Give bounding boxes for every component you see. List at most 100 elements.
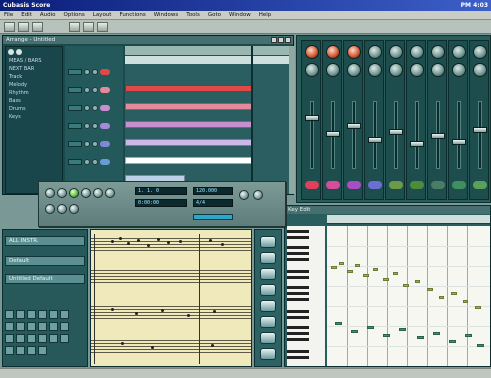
open-icon[interactable] (18, 21, 29, 32)
fader-handle[interactable] (326, 131, 340, 137)
minimize-button[interactable] (271, 37, 277, 43)
track-row[interactable] (65, 66, 123, 77)
menu-window[interactable]: Window (229, 11, 251, 19)
piano-keyboard[interactable] (287, 226, 325, 366)
trill-symbol-icon[interactable] (38, 334, 47, 343)
fader-handle[interactable] (368, 137, 382, 143)
magnify-tool-icon[interactable] (260, 284, 276, 296)
mute-button[interactable] (452, 181, 466, 189)
pan-knob[interactable] (410, 45, 424, 59)
position-slider[interactable] (193, 214, 233, 220)
arrange-lanes[interactable] (125, 64, 293, 194)
bar-symbol-icon[interactable] (5, 334, 14, 343)
crescendo-symbol-icon[interactable] (5, 346, 14, 355)
punch-in-button[interactable] (45, 204, 55, 214)
mute-button[interactable] (347, 181, 361, 189)
record-button[interactable] (93, 188, 103, 198)
pointer-tool-icon[interactable] (260, 236, 276, 248)
rest-symbol-icon[interactable] (16, 310, 25, 319)
volume-knob[interactable] (326, 63, 340, 77)
menu-file[interactable]: File (4, 11, 13, 19)
dynamic-symbol-icon[interactable] (5, 322, 14, 331)
volume-knob[interactable] (347, 63, 361, 77)
mute-button[interactable] (389, 181, 403, 189)
volume-knob[interactable] (473, 63, 487, 77)
cut-icon[interactable] (69, 21, 80, 32)
fermata-symbol-icon[interactable] (27, 334, 36, 343)
rewind-button[interactable] (45, 188, 55, 198)
fast-forward-button[interactable] (57, 188, 67, 198)
punch-out-button[interactable] (57, 204, 67, 214)
menu-goto[interactable]: Goto (208, 11, 221, 19)
pan-knob[interactable] (368, 45, 382, 59)
menu-options[interactable]: Options (64, 11, 85, 19)
snap-icon[interactable] (16, 49, 22, 55)
menu-edit[interactable]: Edit (21, 11, 32, 19)
fader-handle[interactable] (431, 133, 445, 139)
fader-handle[interactable] (410, 141, 424, 147)
signature-display[interactable]: 4/4 (193, 199, 233, 207)
fader-handle[interactable] (452, 139, 466, 145)
staccato-symbol-icon[interactable] (38, 322, 47, 331)
sync-button[interactable] (239, 190, 249, 200)
metronome-button[interactable] (69, 204, 79, 214)
repeat-symbol-icon[interactable] (16, 334, 25, 343)
eraser-tool-icon[interactable] (260, 268, 276, 280)
volume-knob[interactable] (389, 63, 403, 77)
track-lane[interactable] (125, 102, 293, 111)
sharp-symbol-icon[interactable] (27, 310, 36, 319)
master-button[interactable] (253, 190, 263, 200)
accent-symbol-icon[interactable] (49, 322, 58, 331)
paste-icon[interactable] (97, 21, 108, 32)
maximize-button[interactable] (278, 37, 284, 43)
note-grid[interactable] (327, 226, 490, 366)
close-button[interactable] (285, 37, 291, 43)
stop-button[interactable] (81, 188, 91, 198)
position-ruler[interactable] (125, 56, 293, 64)
pan-knob[interactable] (305, 45, 319, 59)
track-lane[interactable] (125, 120, 293, 129)
copy-icon[interactable] (83, 21, 94, 32)
mute-button[interactable] (410, 181, 424, 189)
volume-knob[interactable] (431, 63, 445, 77)
layout-tool-icon[interactable] (260, 348, 276, 360)
text-tool-icon[interactable] (260, 332, 276, 344)
flat-symbol-icon[interactable] (38, 310, 47, 319)
track-lane[interactable] (125, 156, 293, 165)
key-editor-ruler[interactable] (327, 215, 490, 224)
play-button[interactable] (69, 188, 79, 198)
track-lane[interactable] (125, 84, 293, 93)
fader-handle[interactable] (473, 127, 487, 133)
mute-button[interactable] (305, 181, 319, 189)
mute-button[interactable] (473, 181, 487, 189)
lyric-symbol-icon[interactable] (60, 334, 69, 343)
pan-knob[interactable] (347, 45, 361, 59)
track-row[interactable] (65, 138, 123, 149)
menu-help[interactable]: Help (259, 11, 272, 19)
pan-knob[interactable] (473, 45, 487, 59)
menu-audio[interactable]: Audio (40, 11, 56, 19)
slur-symbol-icon[interactable] (60, 310, 69, 319)
mute-button[interactable] (326, 181, 340, 189)
pan-knob[interactable] (326, 45, 340, 59)
note-symbol-icon[interactable] (5, 310, 14, 319)
cycle-button[interactable] (105, 188, 115, 198)
text-symbol-icon[interactable] (27, 322, 36, 331)
tempo-display[interactable]: 120.000 (193, 187, 233, 195)
menu-functions[interactable]: Functions (119, 11, 145, 19)
layout-button[interactable]: Untitled Default (5, 274, 85, 284)
track-row[interactable] (65, 102, 123, 113)
menu-tools[interactable]: Tools (186, 11, 200, 19)
split-tool-icon[interactable] (260, 300, 276, 312)
score-editor[interactable] (90, 229, 252, 367)
fader-handle[interactable] (347, 123, 361, 129)
volume-knob[interactable] (410, 63, 424, 77)
menu-windows[interactable]: Windows (154, 11, 179, 19)
track-row[interactable] (65, 120, 123, 131)
volume-knob[interactable] (452, 63, 466, 77)
fader-handle[interactable] (305, 115, 319, 121)
vertical-scrollbar[interactable] (289, 46, 295, 194)
info-icon[interactable] (8, 49, 14, 55)
tuplet-symbol-icon[interactable] (38, 346, 47, 355)
menu-layout[interactable]: Layout (93, 11, 112, 19)
